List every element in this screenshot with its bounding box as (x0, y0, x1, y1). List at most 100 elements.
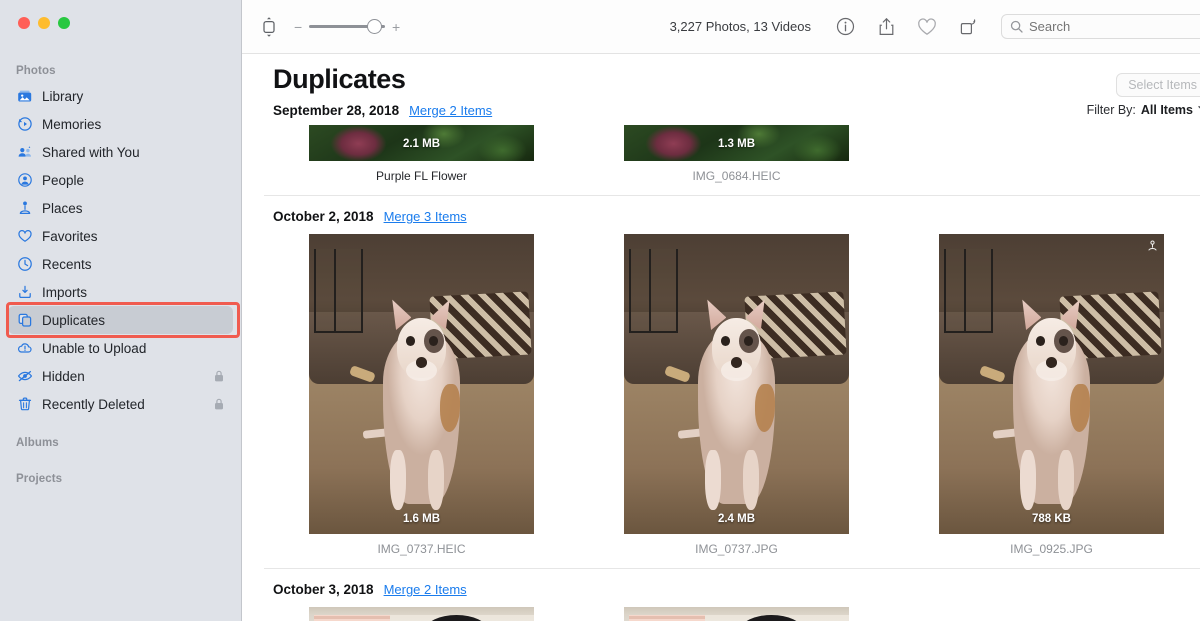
heart-icon (16, 228, 33, 245)
sidebar-item-unable-to-upload[interactable]: Unable to Upload (8, 334, 233, 362)
clock-icon (16, 256, 33, 273)
duplicates-content: Duplicates Select Items September 28, 20… (242, 54, 1200, 621)
select-items-button[interactable]: Select Items (1116, 73, 1200, 97)
favorite-heart-icon[interactable] (916, 16, 938, 38)
photo-caption: Purple FL Flower (376, 169, 467, 183)
sidebar-section-photos-title: Photos (16, 65, 56, 77)
duplicate-cell[interactable]: 788 KB IMG_0925.JPG (894, 234, 1200, 556)
eye-slash-icon (16, 368, 33, 385)
photo-thumbnail[interactable] (624, 607, 849, 621)
photo-caption: IMG_0737.JPG (695, 542, 778, 556)
page-header-right: Select Items (1116, 64, 1200, 97)
sidebar-item-label: Recently Deleted (42, 396, 145, 412)
group-divider (264, 568, 1200, 569)
merge-items-link[interactable]: Merge 2 Items (384, 582, 467, 597)
duplicate-cell[interactable]: 2.1 MB Purple FL Flower (264, 125, 579, 183)
group-date: September 28, 2018 (273, 103, 400, 118)
zoom-slider-control[interactable]: − + (294, 19, 400, 34)
duplicates-icon (16, 312, 33, 329)
share-icon[interactable] (875, 16, 897, 38)
sidebar-section-projects-title[interactable]: Projects (0, 468, 241, 490)
sidebar-item-library[interactable]: Library (8, 82, 233, 110)
sidebar-item-imports[interactable]: Imports (8, 278, 233, 306)
sidebar-item-duplicates[interactable]: Duplicates (8, 306, 233, 334)
sidebar-item-recents[interactable]: Recents (8, 250, 233, 278)
sidebar-item-label: Places (42, 200, 83, 216)
duplicate-row-0: 2.1 MB Purple FL Flower 1.3 MB IMG_0684.… (264, 125, 1200, 183)
duplicate-cell-empty (894, 607, 1200, 621)
photo-thumbnail[interactable]: 1.3 MB (624, 125, 849, 161)
merge-items-link[interactable]: Merge 2 Items (409, 103, 492, 118)
toolbar: − + 3,227 Photos, 13 Videos (242, 0, 1200, 54)
sidebar-item-places[interactable]: Places (8, 194, 233, 222)
sidebar-item-memories[interactable]: Memories (8, 110, 233, 138)
zoom-in-label[interactable]: + (392, 20, 400, 34)
trash-icon (16, 396, 33, 413)
group-header-2: October 3, 2018 Merge 2 Items (273, 582, 1200, 597)
sidebar-item-label: Duplicates (42, 312, 106, 328)
photo-thumbnail[interactable]: 2.4 MB (624, 234, 849, 534)
sidebar-item-people[interactable]: People (8, 166, 233, 194)
sidebar-item-shared-with-you[interactable]: Shared with You (8, 138, 233, 166)
photo-size-badge: 1.6 MB (402, 513, 441, 525)
library-count-label: 3,227 Photos, 13 Videos (669, 19, 811, 34)
duplicate-row-1: 1.6 MB IMG_0737.HEIC 2.4 MB IMG_0737.JPG… (264, 234, 1200, 556)
photo-size-badge: 2.4 MB (717, 513, 756, 525)
import-icon (16, 284, 33, 301)
photo-thumbnail[interactable]: 2.1 MB (309, 125, 534, 161)
photo-thumbnail[interactable]: 1.6 MB (309, 234, 534, 534)
sidebar-item-label: Recents (42, 256, 92, 272)
sidebar-item-label: Library (42, 88, 84, 104)
duplicate-cell[interactable] (264, 607, 579, 621)
location-pin-icon (1147, 240, 1158, 258)
sidebar-item-label: Imports (42, 284, 88, 300)
photo-caption: IMG_0684.HEIC (692, 169, 781, 183)
close-button[interactable] (18, 17, 30, 29)
library-icon (16, 88, 33, 105)
zoom-button[interactable] (58, 17, 70, 29)
photo-caption: IMG_0925.JPG (1010, 542, 1093, 556)
merge-items-link[interactable]: Merge 3 Items (384, 209, 467, 224)
main-area: − + 3,227 Photos, 13 Videos Search Dupli… (242, 0, 1200, 621)
search-icon (1010, 20, 1023, 33)
rotate-icon[interactable] (957, 16, 979, 38)
toolbar-icon-group (834, 16, 979, 38)
duplicate-cell[interactable] (579, 607, 894, 621)
group-header-1: October 2, 2018 Merge 3 Items (273, 209, 1200, 224)
sidebar-item-label: Memories (42, 116, 102, 132)
zoom-slider-knob[interactable] (367, 19, 382, 34)
photo-size-badge: 788 KB (1032, 513, 1071, 525)
filter-by-label: Filter By: (1086, 103, 1136, 117)
group-header-0: September 28, 2018 Merge 2 Items (273, 103, 492, 118)
search-field[interactable] (1001, 14, 1200, 39)
photo-thumbnail[interactable]: 788 KB (939, 234, 1164, 534)
filter-by-control[interactable]: Filter By: All Items (1087, 103, 1200, 117)
photo-thumbnail[interactable] (309, 607, 534, 621)
zoom-slider[interactable] (309, 19, 385, 34)
aspect-ratio-icon[interactable] (258, 14, 280, 40)
cloud-warning-icon (16, 340, 33, 357)
sidebar-item-label: Shared with You (42, 144, 140, 160)
group-divider (264, 195, 1200, 196)
zoom-out-label[interactable]: − (294, 20, 302, 34)
sidebar-section-albums-title[interactable]: Albums (0, 432, 241, 454)
sidebar-item-recently-deleted[interactable]: Recently Deleted (8, 390, 233, 418)
info-icon[interactable] (834, 16, 856, 38)
page-title: Duplicates (273, 64, 406, 94)
minimize-button[interactable] (38, 17, 50, 29)
sidebar-item-label: Favorites (42, 228, 98, 244)
duplicate-cell[interactable]: 2.4 MB IMG_0737.JPG (579, 234, 894, 556)
duplicate-cell[interactable]: 1.6 MB IMG_0737.HEIC (264, 234, 579, 556)
duplicate-cell[interactable]: 1.3 MB IMG_0684.HEIC (579, 125, 894, 183)
group-date: October 2, 2018 (273, 209, 374, 224)
places-pin-icon (16, 200, 33, 217)
sidebar: Photos Library Memories Shared with You … (0, 0, 242, 621)
sidebar-item-hidden[interactable]: Hidden (8, 362, 233, 390)
sidebar-item-label: Unable to Upload (42, 340, 147, 356)
duplicate-row-2 (264, 607, 1200, 621)
photos-app-window: Photos Library Memories Shared with You … (0, 0, 1200, 621)
search-input[interactable] (1029, 19, 1200, 34)
sidebar-item-favorites[interactable]: Favorites (8, 222, 233, 250)
photo-caption: IMG_0737.HEIC (377, 542, 466, 556)
sidebar-list-photos: Library Memories Shared with You People … (0, 82, 241, 418)
